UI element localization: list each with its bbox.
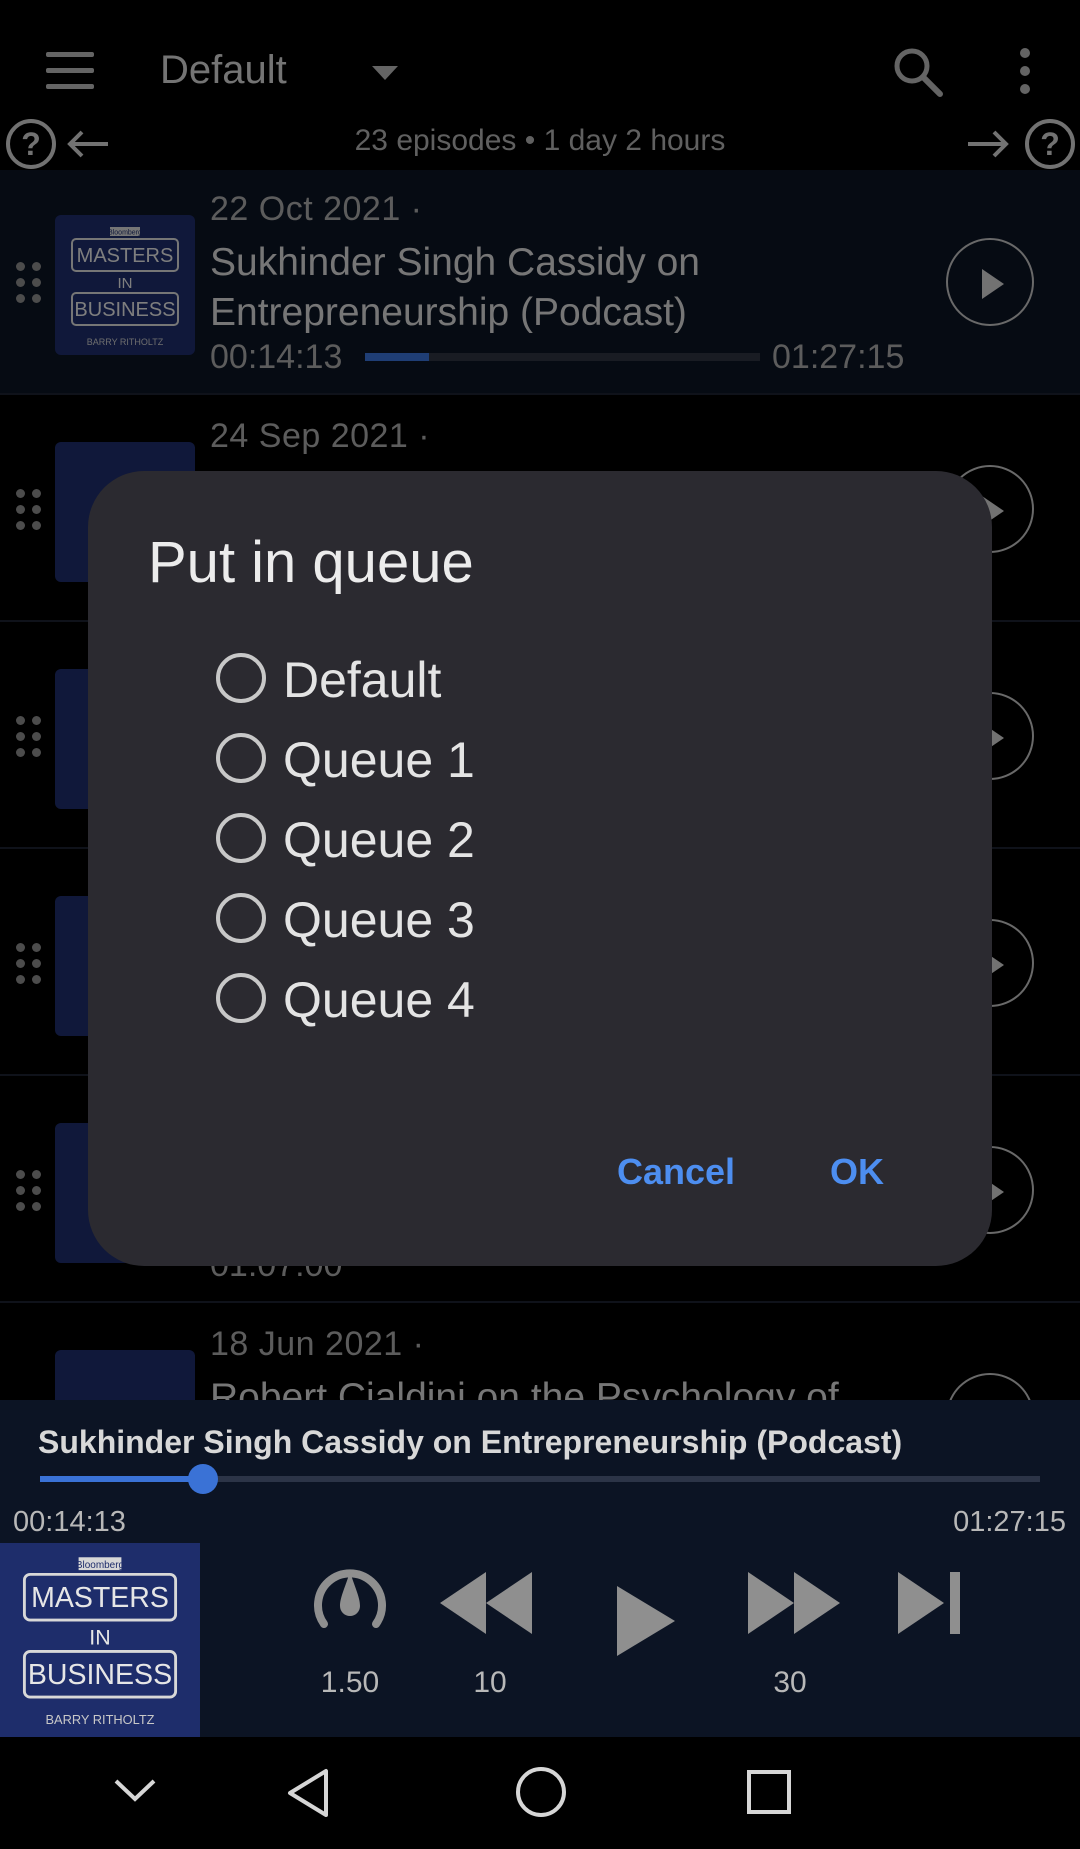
svg-text:IN: IN: [89, 1625, 110, 1649]
system-navigation-bar: [0, 1737, 1080, 1849]
radio-button[interactable]: [216, 893, 266, 943]
collapse-icon[interactable]: [112, 1775, 158, 1810]
queue-option-label[interactable]: Default: [283, 651, 441, 709]
dialog-title: Put in queue: [148, 530, 474, 595]
podcast-cover[interactable]: Bloomberg MASTERS IN BUSINESS BARRY RITH…: [0, 1543, 200, 1737]
home-icon[interactable]: [514, 1765, 568, 1824]
speed-label: 1.50: [320, 1666, 380, 1699]
seek-bar-thumb[interactable]: [187, 1464, 218, 1494]
now-playing-title[interactable]: Sukhinder Singh Cassidy on Entrepreneurs…: [38, 1424, 902, 1461]
rewind-icon[interactable]: [440, 1572, 532, 1639]
player-duration: 01:27:15: [953, 1506, 1066, 1538]
forward-seconds-label: 30: [773, 1666, 807, 1699]
queue-option-2[interactable]: Queue 2: [216, 808, 816, 868]
seek-bar[interactable]: [40, 1464, 1040, 1494]
fast-forward-icon[interactable]: [748, 1572, 840, 1639]
svg-text:BARRY RITHOLTZ: BARRY RITHOLTZ: [45, 1712, 154, 1727]
svg-text:Bloomberg: Bloomberg: [76, 1560, 124, 1571]
queue-option-1[interactable]: Queue 1: [216, 728, 816, 788]
cancel-button[interactable]: Cancel: [617, 1151, 735, 1193]
svg-text:BUSINESS: BUSINESS: [28, 1659, 172, 1691]
rewind-seconds-label: 10: [473, 1666, 507, 1699]
queue-option-default[interactable]: Default: [216, 648, 816, 708]
skip-next-icon[interactable]: [898, 1572, 962, 1639]
now-playing-bar: Sukhinder Singh Cassidy on Entrepreneurs…: [0, 1400, 1080, 1737]
queue-option-3[interactable]: Queue 3: [216, 888, 816, 948]
queue-option-label[interactable]: Queue 4: [283, 971, 475, 1029]
recents-icon[interactable]: [746, 1769, 792, 1820]
back-icon[interactable]: [284, 1767, 332, 1824]
queue-option-label[interactable]: Queue 1: [283, 731, 475, 789]
radio-button[interactable]: [216, 813, 266, 863]
radio-button[interactable]: [216, 973, 266, 1023]
play-icon[interactable]: [617, 1586, 675, 1661]
put-in-queue-dialog: Put in queue Default Queue 1 Queue 2 Que…: [88, 471, 992, 1266]
ok-button[interactable]: OK: [830, 1151, 884, 1193]
radio-button[interactable]: [216, 653, 266, 703]
queue-option-label[interactable]: Queue 2: [283, 811, 475, 869]
player-elapsed: 00:14:13: [13, 1506, 126, 1538]
speed-icon[interactable]: [310, 1564, 390, 1641]
queue-option-4[interactable]: Queue 4: [216, 968, 816, 1028]
svg-text:MASTERS: MASTERS: [31, 1582, 169, 1614]
radio-button[interactable]: [216, 733, 266, 783]
seek-bar-fill: [40, 1476, 203, 1482]
queue-option-label[interactable]: Queue 3: [283, 891, 475, 949]
